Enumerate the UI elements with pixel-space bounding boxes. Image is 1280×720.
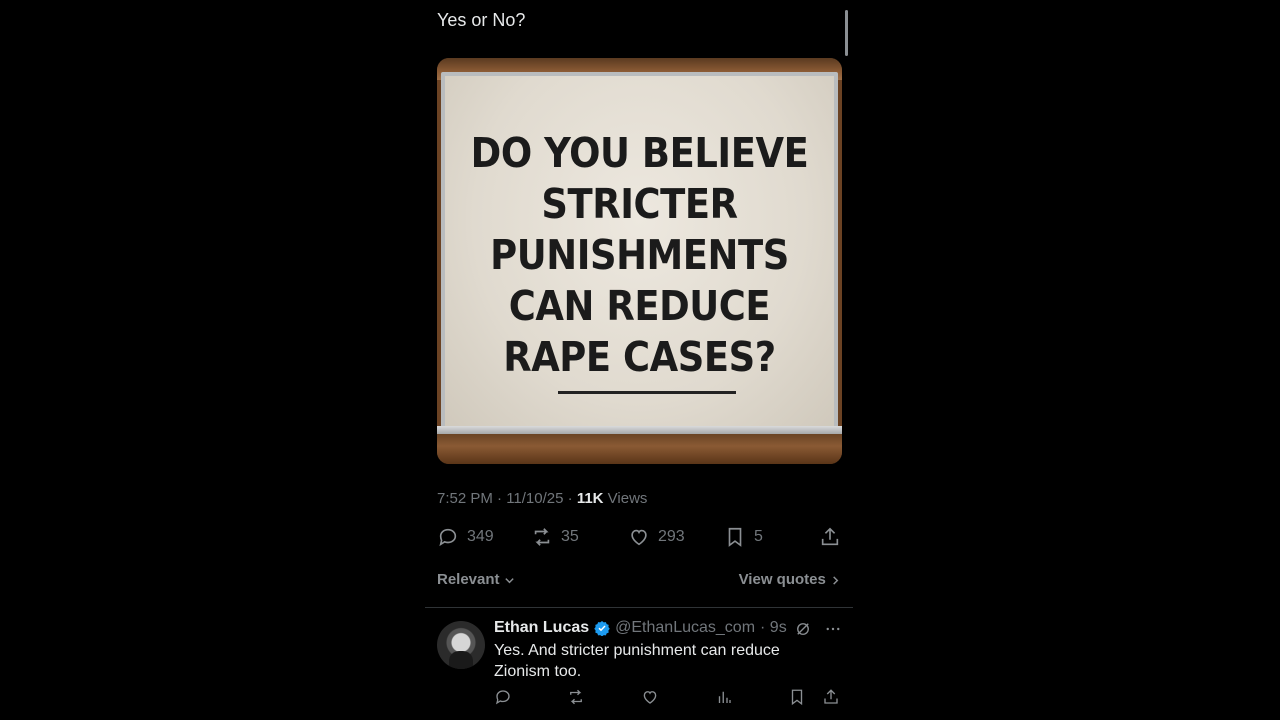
whiteboard-line: DO YOU BELIEVE (470, 129, 809, 177)
board-frame-bottom (437, 434, 842, 464)
divider (425, 607, 853, 608)
whiteboard-line: PUNISHMENTS (490, 231, 789, 279)
scrollbar[interactable] (845, 10, 848, 56)
reply-timestamp[interactable]: · 9s (760, 619, 787, 637)
bookmark-button[interactable]: 5 (724, 522, 763, 552)
bookmark-icon (791, 689, 803, 706)
retweet-button[interactable]: 35 (531, 522, 579, 552)
like-count: 293 (658, 528, 685, 545)
reply-author-name[interactable]: Ethan Lucas (494, 619, 589, 637)
more-icon[interactable] (824, 620, 842, 638)
reply-text: Yes. And stricter punishment can reduce … (494, 642, 780, 680)
reply-share-button[interactable] (822, 688, 840, 711)
grok-icon[interactable] (794, 620, 812, 638)
reply-views-button[interactable] (715, 688, 733, 711)
reply-actions (494, 688, 842, 710)
retweet-icon (534, 528, 550, 546)
bookmark-icon (728, 527, 742, 547)
reply-tweet[interactable]: Ethan Lucas @EthanLucas_com · 9s Yes. An… (437, 618, 842, 720)
whiteboard-line: CAN REDUCE (508, 282, 771, 330)
bookmark-count: 5 (754, 528, 763, 545)
share-button[interactable] (819, 522, 841, 552)
whiteboard-line: RAPE CASES? (503, 333, 776, 381)
whiteboard: DO YOU BELIEVE STRICTER PUNISHMENTS CAN … (441, 72, 838, 438)
reply-like-button[interactable] (641, 688, 659, 711)
reply-button[interactable]: 349 (437, 522, 494, 552)
reply-reply-button[interactable] (494, 688, 512, 711)
verified-badge-icon (594, 621, 610, 636)
reply-icon (439, 528, 457, 547)
tweet-timestamp[interactable]: 7:52 PM · 11/10/25 · (437, 490, 577, 507)
chevron-right-icon (833, 575, 839, 585)
view-quotes-link[interactable]: View quotes (739, 571, 841, 588)
reply-author-handle[interactable]: @EthanLucas_com (615, 619, 755, 637)
reply-retweet-button[interactable] (567, 688, 585, 711)
reply-icon (495, 690, 510, 705)
sort-relevant-label: Relevant (437, 571, 500, 588)
view-quotes-label: View quotes (738, 571, 826, 588)
reply-header-icons (794, 620, 842, 638)
whiteboard-underline (558, 391, 736, 394)
tweet-image[interactable]: DO YOU BELIEVE STRICTER PUNISHMENTS CAN … (437, 58, 842, 464)
share-icon (824, 689, 838, 704)
views-count: 11K (576, 490, 604, 507)
analytics-icon (718, 691, 731, 703)
heart-icon (631, 529, 647, 546)
tweet-actions: 349 35 293 5 (437, 522, 842, 552)
reply-count: 349 (467, 528, 494, 545)
sort-relevant-dropdown[interactable]: Relevant (437, 571, 515, 588)
whiteboard-text: DO YOU BELIEVE STRICTER PUNISHMENTS CAN … (464, 128, 814, 383)
heart-icon (643, 691, 657, 704)
share-icon (821, 527, 839, 546)
chevron-down-icon (505, 577, 514, 583)
retweet-icon (570, 689, 582, 705)
tweet-text: Yes or No? (437, 10, 526, 30)
reply-header: Ethan Lucas @EthanLucas_com · 9s (494, 618, 787, 638)
avatar[interactable] (437, 621, 485, 669)
tweet-detail-view: Yes or No? DO YOU BELIEVE STRICTER PUNIS… (425, 0, 853, 720)
reply-bookmark-button[interactable] (788, 688, 806, 711)
retweet-count: 35 (561, 528, 579, 545)
views-label: Views (603, 490, 648, 507)
like-button[interactable]: 293 (628, 522, 685, 552)
tweet-meta: 7:52 PM · 11/10/25 · 11K Views (437, 490, 647, 507)
whiteboard-line: STRICTER (541, 180, 738, 228)
